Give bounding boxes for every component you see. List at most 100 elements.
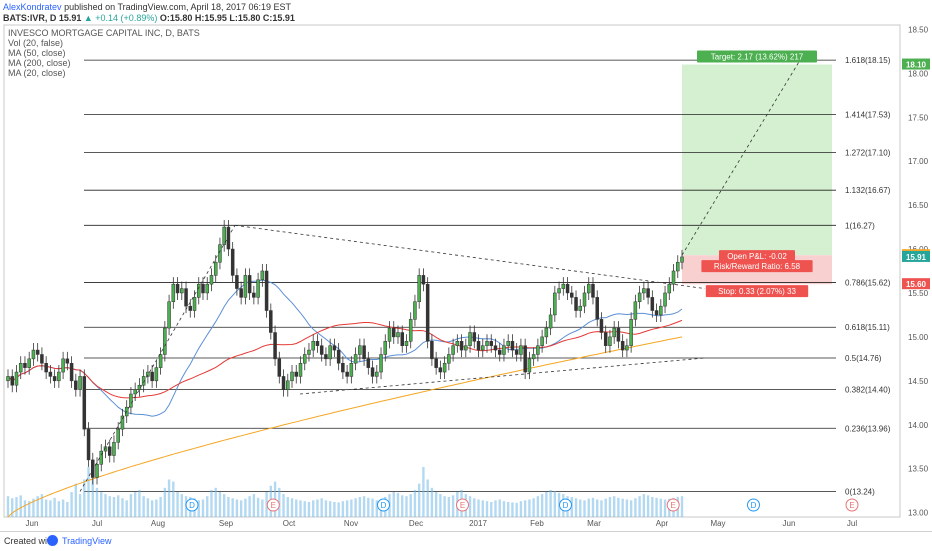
candle-body: [400, 332, 404, 346]
volume-bar: [587, 498, 590, 517]
y-tick-label: 16.50: [908, 201, 929, 210]
volume-bar: [422, 467, 425, 517]
candle-body: [146, 371, 150, 377]
volume-bar: [426, 479, 429, 517]
candle-body: [527, 358, 532, 373]
pnl-label: Open P&L: -0.02: [727, 252, 787, 261]
indicator-legend-item: MA (200, close): [8, 58, 71, 68]
candle-body: [269, 310, 273, 333]
volume-bar: [138, 489, 141, 517]
price-scale-label: 15.91: [906, 253, 927, 262]
candle-body: [561, 283, 566, 289]
volume-bar: [49, 500, 52, 517]
candle-body: [18, 363, 23, 373]
y-tick-label: 15.00: [908, 333, 929, 342]
candle-body: [239, 288, 243, 298]
volume-bar: [511, 502, 514, 517]
candle-body: [315, 341, 320, 346]
volume-bar: [299, 500, 302, 517]
volume-bar: [328, 501, 332, 517]
volume-bar: [655, 497, 658, 517]
candle-body: [582, 292, 587, 307]
candle-body: [671, 270, 676, 285]
volume-bar: [125, 500, 128, 517]
candle-body: [570, 292, 574, 298]
volume-bar: [625, 499, 629, 517]
volume-bar: [354, 498, 357, 517]
candle-body: [40, 354, 44, 364]
candle-body: [247, 275, 252, 294]
candle-body: [438, 367, 443, 373]
volume-bar: [651, 497, 654, 517]
x-tick-label: Oct: [283, 519, 296, 528]
volume-bar: [100, 492, 103, 517]
candle-body: [328, 345, 332, 360]
candle-body: [163, 327, 167, 355]
volume-bar: [286, 497, 289, 517]
candle-body: [302, 354, 307, 364]
candle-body: [612, 327, 616, 338]
volume-bar: [133, 492, 137, 517]
candle-body: [481, 345, 485, 351]
footer: Created with TradingView: [0, 531, 932, 551]
volume-bar: [523, 500, 527, 517]
volume-bar: [341, 501, 345, 517]
candle-body: [531, 354, 536, 360]
fib-level-label: 1.132(16.67): [845, 186, 891, 195]
candle-body: [91, 459, 95, 478]
candle-body: [226, 226, 231, 250]
volume-bar: [312, 500, 315, 517]
tradingview-brand[interactable]: TradingView: [62, 536, 112, 546]
volume-bar: [256, 497, 260, 517]
volume-bar: [261, 499, 264, 517]
fib-level-label: 0.786(15.62): [845, 278, 891, 287]
y-tick-label: 18.50: [908, 25, 929, 34]
candle-body: [540, 336, 544, 346]
event-marker-letter: D: [563, 501, 569, 510]
candle-body: [468, 332, 472, 346]
volume-bar: [490, 502, 493, 517]
price-chart[interactable]: 18.5018.0017.5017.0016.5016.0015.5015.00…: [0, 0, 932, 531]
candle-body: [510, 341, 515, 351]
volume-bar: [112, 497, 116, 517]
x-tick-label: Mar: [587, 519, 601, 528]
candle-body: [107, 446, 112, 456]
fib-level-label: 1.272(17.10): [845, 148, 891, 157]
volume-bar: [396, 492, 400, 517]
fib-level-label: 1.618(18.15): [845, 56, 891, 65]
rr-label: Risk/Reward Ratio: 6.58: [714, 262, 801, 271]
volume-bar: [252, 494, 256, 517]
candle-body: [417, 275, 421, 302]
volume-bar: [498, 499, 501, 517]
volume-bar: [621, 498, 624, 517]
candle-body: [654, 310, 659, 316]
event-marker-letter: E: [271, 501, 276, 510]
candle-body: [608, 336, 612, 346]
volume-bar: [549, 489, 552, 517]
candle-body: [256, 279, 260, 298]
candle-body: [676, 261, 680, 272]
volume-bar: [159, 497, 162, 517]
candle-body: [586, 283, 591, 294]
volume-bar: [333, 502, 336, 517]
volume-bar: [401, 495, 404, 517]
volume-bar: [150, 500, 154, 517]
candle-body: [663, 292, 667, 307]
candle-body: [341, 363, 345, 373]
candle-body: [349, 363, 354, 377]
candle-body: [353, 354, 358, 364]
candle-body: [489, 341, 493, 346]
volume-bar: [303, 501, 306, 517]
candle-body: [23, 363, 27, 368]
candle-body: [290, 371, 294, 382]
volume-bar: [473, 498, 476, 517]
candle-body: [294, 371, 299, 377]
volume-bar: [146, 498, 150, 517]
candle-body: [281, 376, 286, 390]
volume-bar: [117, 495, 120, 517]
indicator-legend-item: MA (50, close): [8, 48, 66, 58]
y-tick-label: 18.00: [908, 69, 929, 78]
volume-bar: [142, 496, 145, 517]
volume-bar: [612, 496, 616, 517]
volume-bar: [443, 496, 446, 517]
